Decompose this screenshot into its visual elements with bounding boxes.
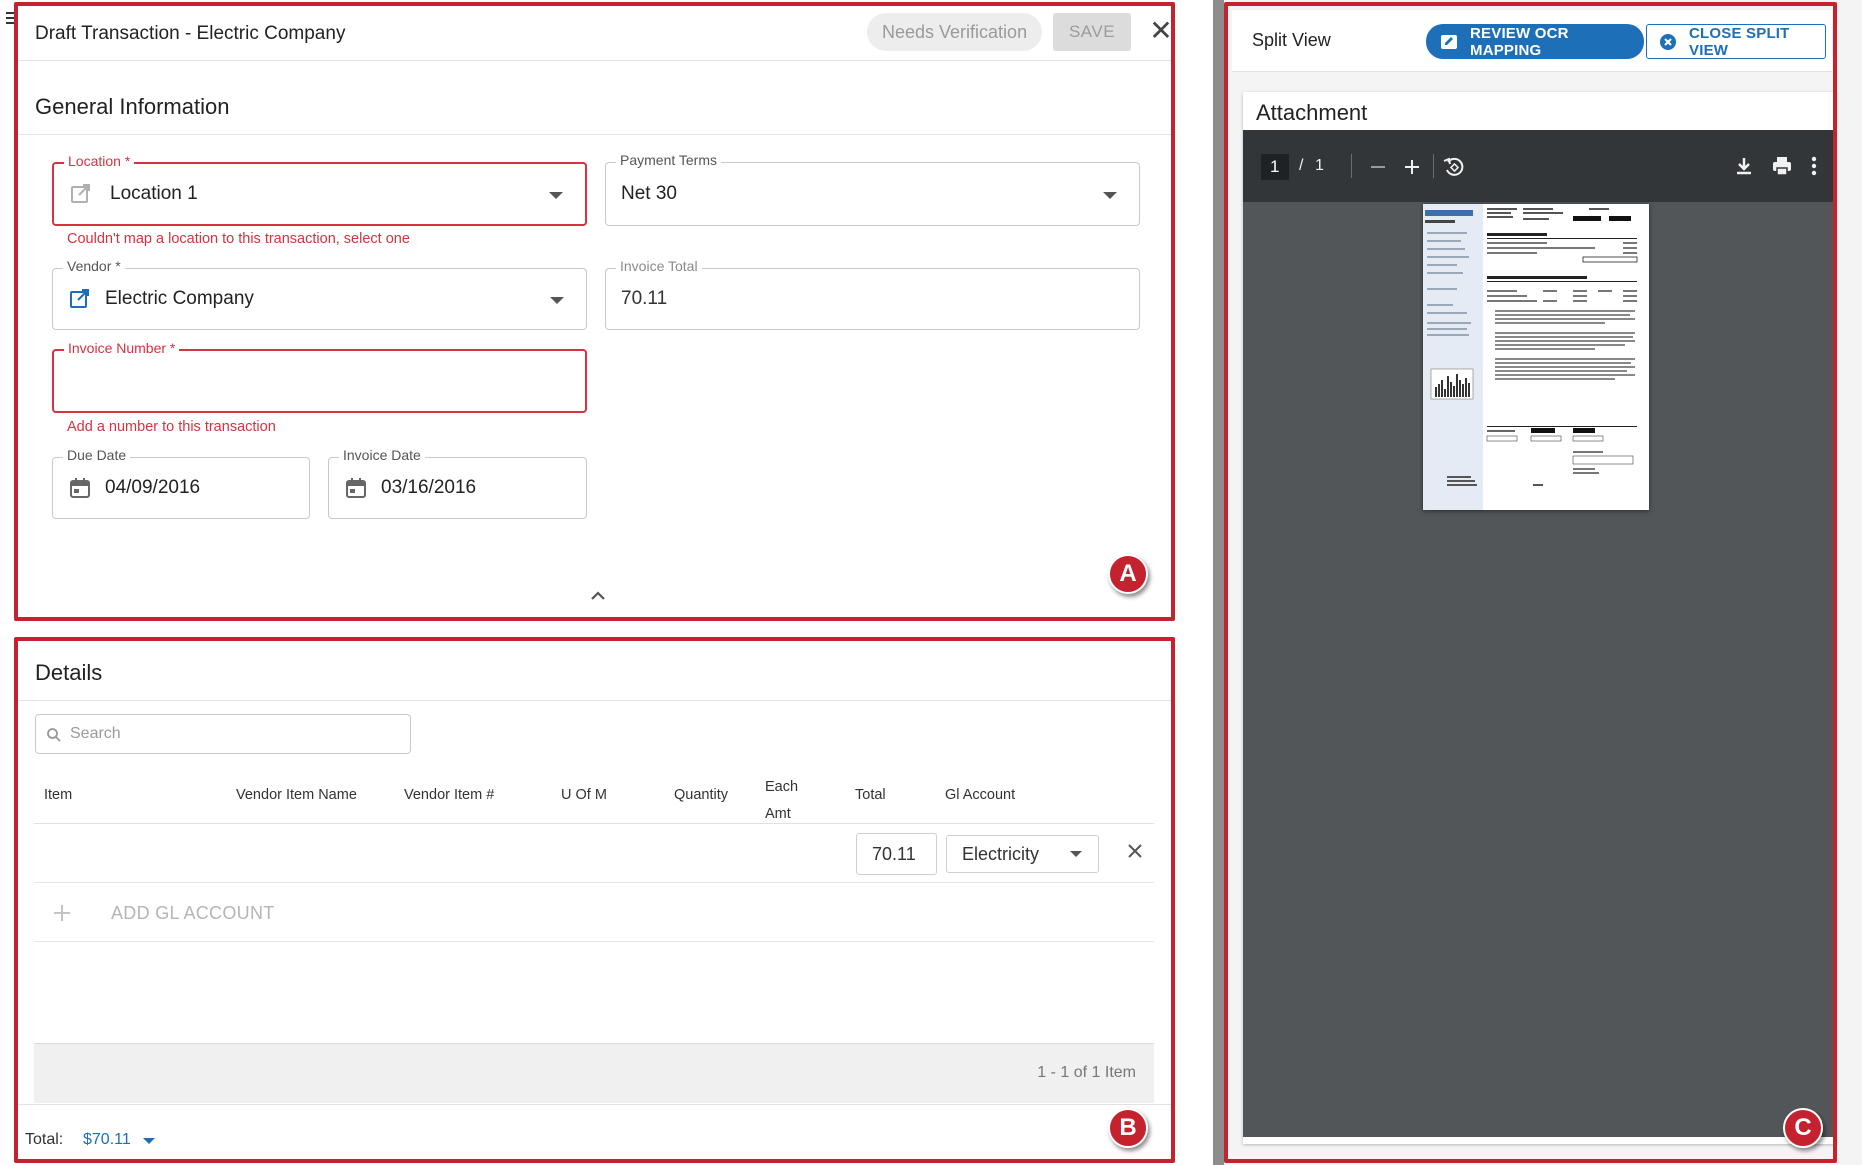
transaction-header: Draft Transaction - Electric Company Nee… xyxy=(17,5,1175,61)
invoice-number-error: Add a number to this transaction xyxy=(67,419,276,435)
chevron-down-icon[interactable] xyxy=(1103,192,1117,199)
page-title: Draft Transaction - Electric Company xyxy=(35,23,346,44)
page-number-input[interactable]: 1 xyxy=(1261,154,1289,180)
row-total-input[interactable]: 70.11 xyxy=(856,833,937,875)
pager-text: 1 - 1 of 1 Item xyxy=(1037,1064,1136,1081)
page-separator: / xyxy=(1299,157,1304,174)
gl-account-select[interactable]: Electricity xyxy=(946,835,1099,873)
column-header-vendor-item-number[interactable]: Vendor Item # xyxy=(404,787,494,803)
close-icon[interactable]: ✕ xyxy=(1147,17,1175,45)
rotate-icon[interactable] xyxy=(1442,155,1466,179)
print-icon[interactable] xyxy=(1771,155,1793,177)
page-current: 1 xyxy=(1270,157,1280,176)
close-circle-icon xyxy=(1659,33,1677,51)
location-select[interactable]: Location * Location 1 xyxy=(52,153,587,226)
pdf-page-thumbnail xyxy=(1423,204,1649,510)
download-icon[interactable] xyxy=(1733,155,1755,177)
search-icon xyxy=(46,727,62,743)
due-date-value: 04/09/2016 xyxy=(105,477,201,498)
page-total: 1 xyxy=(1315,157,1324,174)
zoom-in-icon[interactable] xyxy=(1401,156,1423,178)
open-in-new-icon[interactable] xyxy=(70,183,92,205)
table-row: 70.11 Electricity xyxy=(34,825,1154,883)
column-header-each-amt[interactable]: Each Amt xyxy=(765,774,798,828)
section-title-general: General Information xyxy=(35,94,230,119)
toolbar-divider xyxy=(1351,154,1352,178)
calendar-icon[interactable] xyxy=(69,477,91,499)
add-gl-account-row[interactable]: ADD GL ACCOUNT xyxy=(34,884,1154,942)
chevron-down-icon[interactable] xyxy=(143,1138,155,1144)
table-header: Item Vendor Item Name Vendor Item # U Of… xyxy=(34,768,1154,824)
invoice-date-field[interactable]: Invoice Date 03/16/2016 xyxy=(328,447,587,519)
payment-terms-select[interactable]: Payment Terms Net 30 xyxy=(605,152,1140,226)
review-ocr-mapping-label: REVIEW OCR MAPPING xyxy=(1470,24,1569,59)
pdf-viewer[interactable] xyxy=(1243,202,1836,1137)
delete-row-icon[interactable] xyxy=(1126,842,1144,860)
general-information-section: General Information Location * Location … xyxy=(17,78,1172,618)
attachment-title: Attachment xyxy=(1256,100,1368,125)
vendor-value: Electric Company xyxy=(105,288,254,309)
section-title-details: Details xyxy=(35,660,103,685)
total-value[interactable]: $70.11 xyxy=(83,1131,131,1149)
details-search-input[interactable]: Search xyxy=(35,714,411,754)
column-header-uom[interactable]: U Of M xyxy=(561,787,607,803)
more-options-icon[interactable] xyxy=(1809,155,1819,177)
due-date-field[interactable]: Due Date 04/09/2016 xyxy=(52,447,310,519)
close-split-view-button[interactable]: CLOSE SPLIT VIEW xyxy=(1646,24,1826,59)
annotation-marker-a: A xyxy=(1108,554,1148,594)
column-header-total[interactable]: Total xyxy=(855,787,886,803)
details-section: Details Search Item Vendor Item Name Ven… xyxy=(17,644,1172,1116)
chevron-down-icon[interactable] xyxy=(1070,851,1082,857)
invoice-total-value: 70.11 xyxy=(621,288,668,309)
column-header-vendor-item-name[interactable]: Vendor Item Name xyxy=(236,787,357,803)
location-error: Couldn't map a location to this transact… xyxy=(67,231,410,247)
location-value: Location 1 xyxy=(110,183,198,204)
each-amt-line2: Amt xyxy=(765,806,791,822)
each-amt-line1: Each xyxy=(765,779,799,795)
row-total-value: 70.11 xyxy=(872,844,916,864)
invoice-number-field[interactable]: Invoice Number * xyxy=(52,340,587,413)
divider xyxy=(17,134,1172,135)
add-gl-account-label: ADD GL ACCOUNT xyxy=(111,903,275,923)
column-header-item[interactable]: Item xyxy=(44,787,72,803)
open-in-new-icon[interactable] xyxy=(69,288,91,310)
needs-verification-chip[interactable]: Needs Verification xyxy=(867,13,1043,51)
save-button[interactable]: SAVE xyxy=(1053,13,1131,51)
split-view-header: Split View REVIEW OCR MAPPING CLOSE SPLI… xyxy=(1232,10,1832,72)
invoice-date-value: 03/16/2016 xyxy=(381,477,477,498)
close-split-view-label: CLOSE SPLIT VIEW xyxy=(1689,24,1790,59)
toolbar-divider xyxy=(1433,154,1434,178)
table-pager: 1 - 1 of 1 Item xyxy=(34,1043,1154,1103)
pdf-toolbar: 1 / 1 xyxy=(1243,130,1836,202)
collapse-section-icon[interactable] xyxy=(587,588,609,602)
vendor-select[interactable]: Vendor * Electric Company xyxy=(52,258,587,330)
chevron-down-icon[interactable] xyxy=(549,192,563,199)
panel-divider xyxy=(1213,0,1224,1165)
divider xyxy=(17,700,1172,701)
review-ocr-mapping-button[interactable]: REVIEW OCR MAPPING xyxy=(1426,24,1644,59)
attachment-card: Attachment 1 / 1 xyxy=(1243,92,1836,1144)
total-bar: Total: $70.11 xyxy=(17,1104,1172,1160)
payment-terms-value: Net 30 xyxy=(621,183,677,204)
invoice-total-field[interactable]: Invoice Total 70.11 xyxy=(605,258,1140,330)
calendar-icon[interactable] xyxy=(345,477,367,499)
electric-bill-image xyxy=(1423,204,1638,510)
chevron-down-icon[interactable] xyxy=(550,297,564,304)
search-placeholder: Search xyxy=(70,725,121,742)
total-label: Total: xyxy=(25,1131,64,1148)
invoice-number-label: Invoice Number * xyxy=(64,340,180,356)
column-header-gl-account[interactable]: Gl Account xyxy=(945,787,1015,803)
plus-icon xyxy=(52,903,72,923)
annotation-marker-b: B xyxy=(1108,1108,1148,1148)
zoom-out-icon[interactable] xyxy=(1367,156,1389,178)
ocr-edit-icon xyxy=(1440,33,1458,51)
gl-account-value: Electricity xyxy=(962,844,1040,864)
split-view-title: Split View xyxy=(1252,30,1331,50)
column-header-quantity[interactable]: Quantity xyxy=(674,787,728,803)
annotation-marker-c: C xyxy=(1783,1108,1823,1148)
